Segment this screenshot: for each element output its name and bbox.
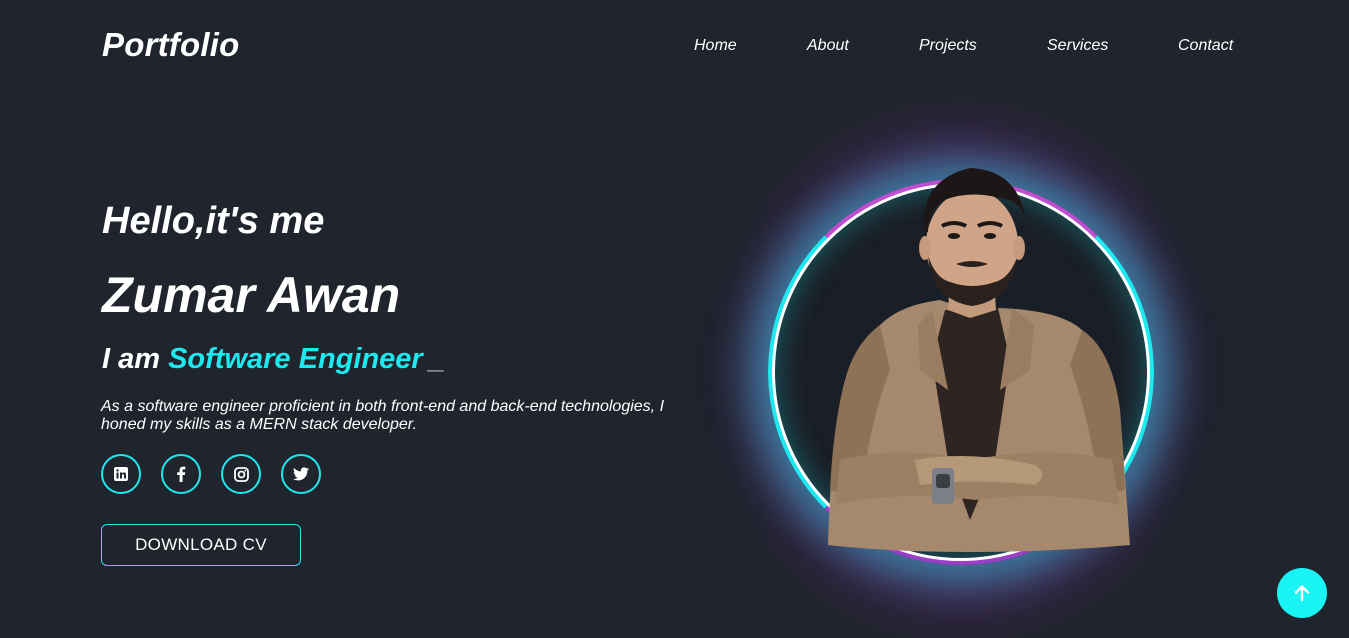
- nav-home[interactable]: Home: [694, 37, 737, 55]
- nav-contact[interactable]: Contact: [1178, 37, 1233, 55]
- scroll-to-top-button[interactable]: [1277, 568, 1327, 618]
- hero-role: I am Software Engineer _: [102, 343, 445, 376]
- profile-photo: [828, 168, 1130, 552]
- arrow-up-icon: [1294, 585, 1310, 602]
- instagram-icon: [233, 466, 249, 482]
- download-cv-button[interactable]: DOWNLOAD CV: [101, 524, 301, 566]
- facebook-icon: [177, 466, 186, 482]
- hero-name: Zumar Awan: [102, 267, 401, 323]
- hero-description: As a software engineer proficient in bot…: [101, 398, 665, 433]
- hero-greeting: Hello,it's me: [102, 200, 325, 242]
- twitter-link[interactable]: [281, 454, 321, 494]
- nav-projects[interactable]: Projects: [919, 37, 977, 55]
- twitter-icon: [293, 467, 309, 481]
- nav-services[interactable]: Services: [1047, 37, 1108, 55]
- linkedin-link[interactable]: [101, 454, 141, 494]
- nav-about[interactable]: About: [807, 37, 849, 55]
- instagram-link[interactable]: [221, 454, 261, 494]
- site-logo[interactable]: Portfolio: [102, 26, 239, 64]
- site-header: Portfolio Home About Projects Services C…: [0, 0, 1349, 92]
- role-prefix: I am: [102, 343, 161, 375]
- linkedin-icon: [114, 467, 128, 481]
- facebook-link[interactable]: [161, 454, 201, 494]
- typing-cursor: _: [428, 343, 445, 375]
- role-highlight: Software Engineer: [168, 343, 423, 375]
